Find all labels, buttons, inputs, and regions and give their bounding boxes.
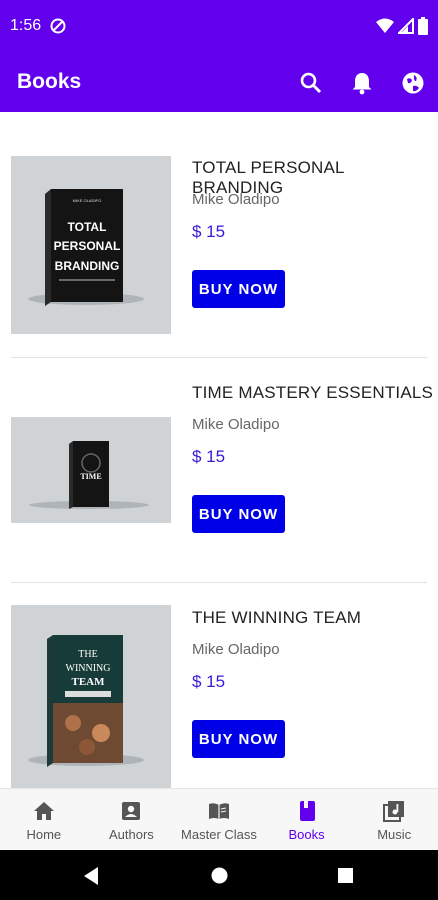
home-circle-icon[interactable] <box>211 867 228 889</box>
book-author: Mike Oladipo <box>192 191 280 208</box>
book-author: Mike Oladipo <box>192 641 280 658</box>
app-bar: Books <box>0 54 438 112</box>
buy-now-button[interactable]: BUY NOW <box>192 270 285 308</box>
nav-label: Master Class <box>181 827 257 842</box>
book-open-icon <box>207 799 231 823</box>
cover-text: TEAM <box>72 676 106 688</box>
book-cover-image[interactable]: MIKE OLADIPO TOTAL PERSONAL BRANDING <box>11 156 171 334</box>
status-time: 1:56 <box>10 17 42 34</box>
buy-now-button[interactable]: BUY NOW <box>192 495 285 533</box>
book-title[interactable]: THE WINNING TEAM <box>192 608 361 628</box>
home-icon <box>32 799 56 823</box>
cover-text: TIME <box>80 472 101 481</box>
book-price: $ 15 <box>192 672 226 691</box>
cover-text: WINNING <box>66 663 111 674</box>
status-icons <box>376 16 428 40</box>
wifi-icon <box>376 18 394 39</box>
nav-item-music[interactable]: Music <box>350 789 438 850</box>
nav-item-home[interactable]: Home <box>0 789 88 850</box>
status-bar: 1:56 <box>0 0 438 54</box>
book-item[interactable]: MIKE OLADIPO TOTAL PERSONAL BRANDING TOT… <box>0 112 438 358</box>
nav-label: Home <box>26 827 62 842</box>
nav-item-master-class[interactable]: Master Class <box>175 789 263 850</box>
search-icon[interactable] <box>298 70 324 96</box>
book-icon <box>295 799 319 823</box>
book-price: $ 15 <box>192 222 226 241</box>
nav-label: Books <box>288 827 325 842</box>
bottom-navigation: Home Authors Master Class Books Music <box>0 788 438 850</box>
nav-label: Music <box>377 827 412 842</box>
page-title: Books <box>17 70 82 93</box>
nav-item-books[interactable]: Books <box>263 789 351 850</box>
cover-text: BRANDING <box>55 259 120 273</box>
book-item[interactable]: THE WINNING TEAM THE WINNING TEAM Mike O… <box>0 583 438 788</box>
book-price: $ 15 <box>192 447 226 466</box>
do-not-disturb-icon <box>50 18 66 34</box>
cover-text: TOTAL <box>68 220 107 234</box>
back-icon[interactable] <box>84 867 100 890</box>
app-bar-actions <box>298 70 426 96</box>
system-navigation-bar <box>0 850 438 900</box>
nav-item-authors[interactable]: Authors <box>88 789 176 850</box>
cover-text: PERSONAL <box>54 239 121 253</box>
cover-text: THE <box>78 649 97 660</box>
bell-icon[interactable] <box>349 70 375 96</box>
book-list[interactable]: MIKE OLADIPO TOTAL PERSONAL BRANDING TOT… <box>0 112 438 788</box>
book-cover-image[interactable]: TIME <box>11 417 171 523</box>
book-item[interactable]: TIME TIME MASTERY ESSENTIALS Mike Oladip… <box>0 358 438 583</box>
book-cover-image[interactable]: THE WINNING TEAM <box>11 605 171 788</box>
recents-icon[interactable] <box>338 868 353 888</box>
buy-now-button[interactable]: BUY NOW <box>192 720 285 758</box>
nav-label: Authors <box>108 827 154 842</box>
person-icon <box>119 799 143 823</box>
book-title[interactable]: TIME MASTERY ESSENTIALS <box>192 383 433 403</box>
music-library-icon <box>382 799 406 823</box>
globe-icon[interactable] <box>400 70 426 96</box>
svg-text:MIKE OLADIPO: MIKE OLADIPO <box>73 198 102 203</box>
battery-icon <box>418 17 428 40</box>
signal-icon <box>396 16 414 39</box>
book-author: Mike Oladipo <box>192 416 280 433</box>
